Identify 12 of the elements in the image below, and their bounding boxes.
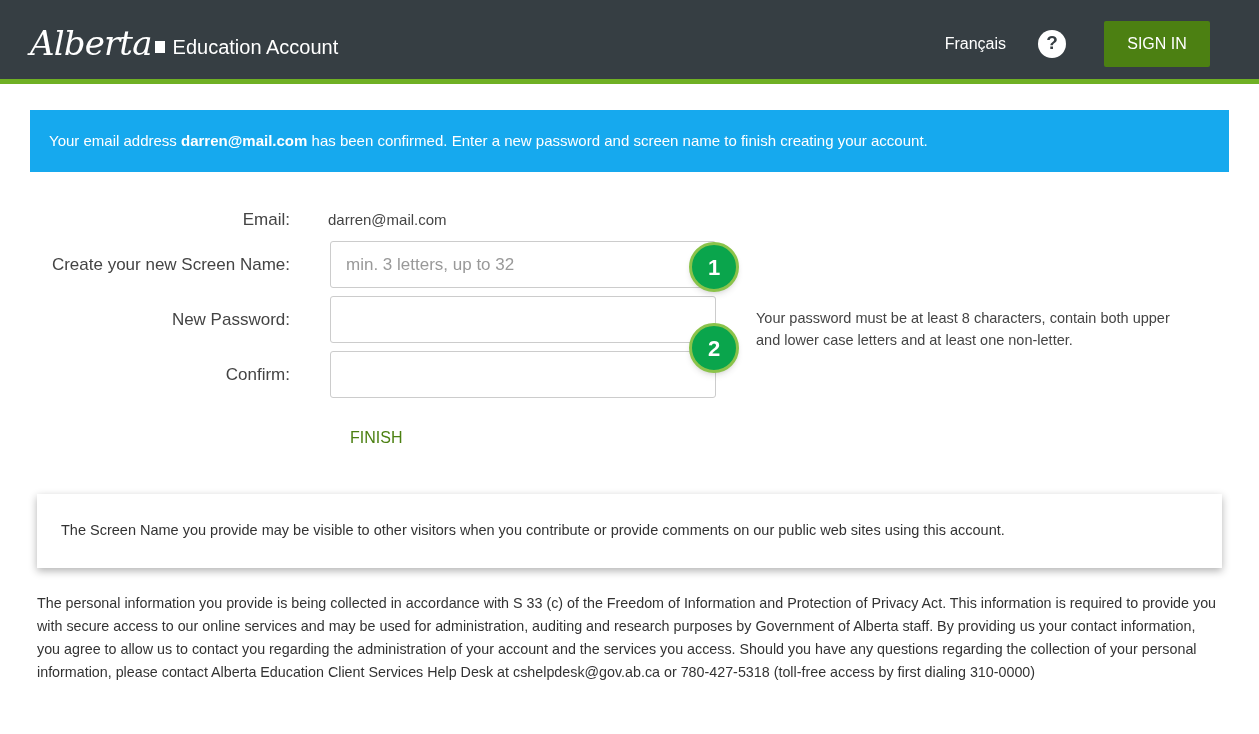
field-label: Create your new Screen Name:: [50, 253, 290, 276]
field-label: Email:: [241, 209, 290, 232]
site-title: Education Account: [172, 34, 339, 60]
field-label: New Password:: [170, 308, 290, 331]
password-hint: Your password must be at least 8 characters, contain both upper and lower case letters and at least one non-letter.: [756, 309, 1171, 350]
privacy-text: The personal information you provide is being collected in accordance with S 33 (c) of the Freedom of Information and Protection of Privacy Act. This information is required to provide you with secure access to our online services and may be used for administration, auditing and research purposes by Government of Alberta staff. By providing us your contact information, you agree to allow us to contact you regarding the administration of your account and the services you access. Should you have any questions regarding the collection of your personal information, please contact Alberta Education Client Services Help Desk at cshelpdesk@gov.ab.ca or 780-427-5318 (toll-free access by first dialing 310-0000): [37, 594, 1218, 682]
email-value: darren@mail.com: [328, 209, 447, 230]
callout-tooltip: 2: [689, 323, 739, 373]
notice-text: The Screen Name you provide may be visible to other visitors when you contribute or provide comments on our public web sites using this account.: [61, 521, 1005, 541]
banner-text: Your email address darren@mail.com has been confirmed. Enter a new password and screen name to finish creating your account.: [49, 130, 928, 151]
callout-tooltip: 1: [689, 242, 739, 292]
field-label: Confirm:: [224, 363, 290, 386]
